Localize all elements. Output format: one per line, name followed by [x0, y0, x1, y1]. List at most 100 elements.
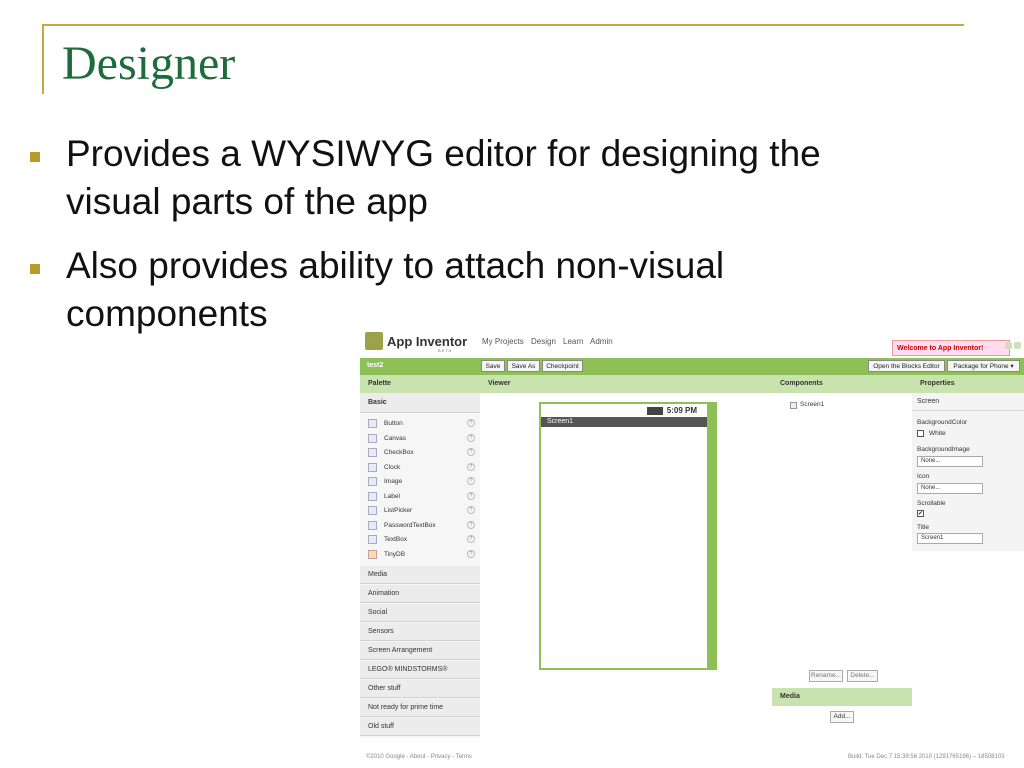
listpicker-icon [368, 506, 377, 515]
bullet-1: Provides a WYSIWYG editor for designing … [66, 130, 821, 226]
bullet-2: Also provides ability to attach non-visu… [66, 242, 724, 338]
icon-field[interactable]: None... [917, 483, 983, 494]
prop-label-title: Title [917, 524, 930, 531]
media-header: Media [772, 688, 912, 706]
phone-screen-title: Screen1 [541, 417, 707, 427]
palette-item-canvas[interactable]: Canvas ? [360, 432, 480, 446]
help-icon[interactable]: ? [467, 506, 475, 514]
delete-button[interactable]: Delete... [847, 670, 878, 682]
palette-category-screen-arrangement[interactable]: Screen Arrangement [360, 642, 480, 660]
components-panel: Screen1 Rename... Delete... [772, 393, 912, 738]
scrollable-checkbox[interactable]: ✔ [917, 510, 924, 517]
slide-side-rule [42, 24, 44, 94]
palette-item-image[interactable]: Image ? [360, 475, 480, 489]
palette-item-label: Canvas [384, 434, 407, 442]
palette-item-label: Button [384, 420, 403, 427]
palette-category-animation[interactable]: Animation [360, 585, 480, 603]
checkpoint-button[interactable]: Checkpoint [542, 360, 583, 372]
palette-category-not-ready[interactable]: Not ready for prime time [360, 699, 480, 717]
bullet-marker [30, 152, 40, 162]
textbox-icon [368, 535, 377, 544]
image-icon [368, 477, 377, 486]
palette-category-media[interactable]: Media [360, 566, 480, 584]
palette-category-lego-mindstorms[interactable]: LEGO® MINDSTORMS® [360, 661, 480, 679]
palette-item-clock[interactable]: Clock ? [360, 461, 480, 475]
help-icon[interactable]: ? [467, 477, 475, 485]
help-icon[interactable]: ? [467, 520, 475, 529]
palette-item-label: Label [384, 492, 400, 500]
palette-panel: Basic Button ? Canvas ? CheckBox ? Clock… [360, 393, 480, 738]
help-icon[interactable]: ? [467, 448, 475, 456]
help-icon[interactable]: ? [467, 462, 475, 471]
palette-category-basic[interactable]: Basic [360, 393, 480, 413]
project-name: test2 [367, 362, 384, 369]
checkbox-icon [368, 448, 377, 457]
password-icon [368, 520, 377, 530]
palette-item-listpicker[interactable]: ListPicker ? [360, 504, 480, 518]
palette-category-other-stuff[interactable]: Other stuff [360, 680, 480, 698]
minimize-icon[interactable] [1005, 342, 1012, 349]
help-icon[interactable]: ? [467, 419, 475, 427]
logo-text: App Inventor [387, 334, 468, 349]
app-inventor-logo-icon [365, 332, 383, 350]
viewer-panel: 5:09 PM Screen1 [480, 393, 772, 738]
nav-my-projects[interactable]: My Projects [482, 337, 524, 346]
screen-icon [790, 402, 797, 409]
label-icon [368, 491, 377, 501]
properties-panel: Screen BackgroundColor White BackgroundI… [912, 393, 1024, 551]
palette-item-label: ListPicker [384, 507, 413, 514]
component-tree-screen1[interactable]: Screen1 [790, 401, 824, 409]
palette-item-label: TextBox [384, 536, 408, 543]
palette-item-passwordtextbox[interactable]: PasswordTextBox ? [360, 519, 480, 533]
open-blocks-editor-button[interactable]: Open the Blocks Editor [868, 360, 945, 372]
palette-item-label: CheckBox [384, 449, 414, 456]
prop-label-backgroundcolor: BackgroundColor [917, 419, 968, 426]
palette-category-social[interactable]: Social [360, 604, 480, 622]
palette-item-tinydb[interactable]: TinyDB ? [360, 548, 480, 562]
app-inventor-screenshot: App Inventor BETA My Projects Design Lea… [360, 326, 1024, 768]
logo-beta: BETA [438, 348, 453, 353]
save-as-button[interactable]: Save As [507, 360, 540, 372]
components-header: Components [772, 375, 912, 393]
backgroundimage-field[interactable]: None... [917, 456, 983, 467]
properties-header: Properties [912, 375, 1024, 393]
add-media-button[interactable]: Add... [830, 711, 854, 723]
nav-design[interactable]: Design [531, 337, 556, 346]
prop-label-backgroundimage: BackgroundImage [917, 446, 970, 453]
rename-button[interactable]: Rename... [809, 670, 843, 682]
save-button[interactable]: Save [481, 360, 505, 372]
bullet-1-line1: Provides a WYSIWYG editor for designing … [66, 133, 821, 174]
slide-title: Designer [62, 37, 236, 90]
button-icon [368, 419, 377, 428]
title-field[interactable]: Screen1 [917, 533, 983, 544]
palette-item-label: TinyDB [384, 550, 406, 558]
close-icon[interactable] [1014, 342, 1021, 349]
bullet-1-line2: visual parts of the app [66, 181, 428, 222]
palette-item-button[interactable]: Button ? [360, 417, 480, 431]
help-icon[interactable]: ? [467, 491, 475, 500]
viewer-header: Viewer [480, 375, 772, 393]
palette-header: Palette [360, 375, 480, 393]
palette-item-label: PasswordTextBox [384, 521, 436, 529]
palette-item-textbox[interactable]: TextBox ? [360, 533, 480, 547]
color-swatch[interactable] [917, 430, 924, 437]
footer-build: Build: Tue Dec 7 15:39:56 2010 (12917651… [848, 754, 1005, 760]
help-icon[interactable]: ? [467, 433, 475, 442]
slide-top-rule [42, 24, 964, 26]
footer-copyright: ©2010 Google - About - Privacy - Terms [366, 754, 473, 760]
nav-admin[interactable]: Admin [590, 337, 613, 346]
palette-item-checkbox[interactable]: CheckBox ? [360, 446, 480, 460]
palette-category-old-stuff[interactable]: Old stuff [360, 718, 480, 736]
nav-learn[interactable]: Learn [563, 337, 583, 346]
help-icon[interactable]: ? [467, 549, 475, 558]
phone-time: 5:09 PM [666, 406, 697, 415]
bullet-marker [30, 264, 40, 274]
help-icon[interactable]: ? [467, 535, 475, 543]
phone-screen-canvas[interactable] [541, 427, 707, 668]
phone-status-bar: 5:09 PM [541, 404, 707, 417]
palette-category-sensors[interactable]: Sensors [360, 623, 480, 641]
prop-value-backgroundcolor[interactable]: White [929, 430, 946, 437]
prop-label-icon: Icon [917, 473, 930, 480]
palette-item-label-component[interactable]: Label ? [360, 490, 480, 504]
package-for-phone-button[interactable]: Package for Phone ▾ [947, 360, 1020, 372]
